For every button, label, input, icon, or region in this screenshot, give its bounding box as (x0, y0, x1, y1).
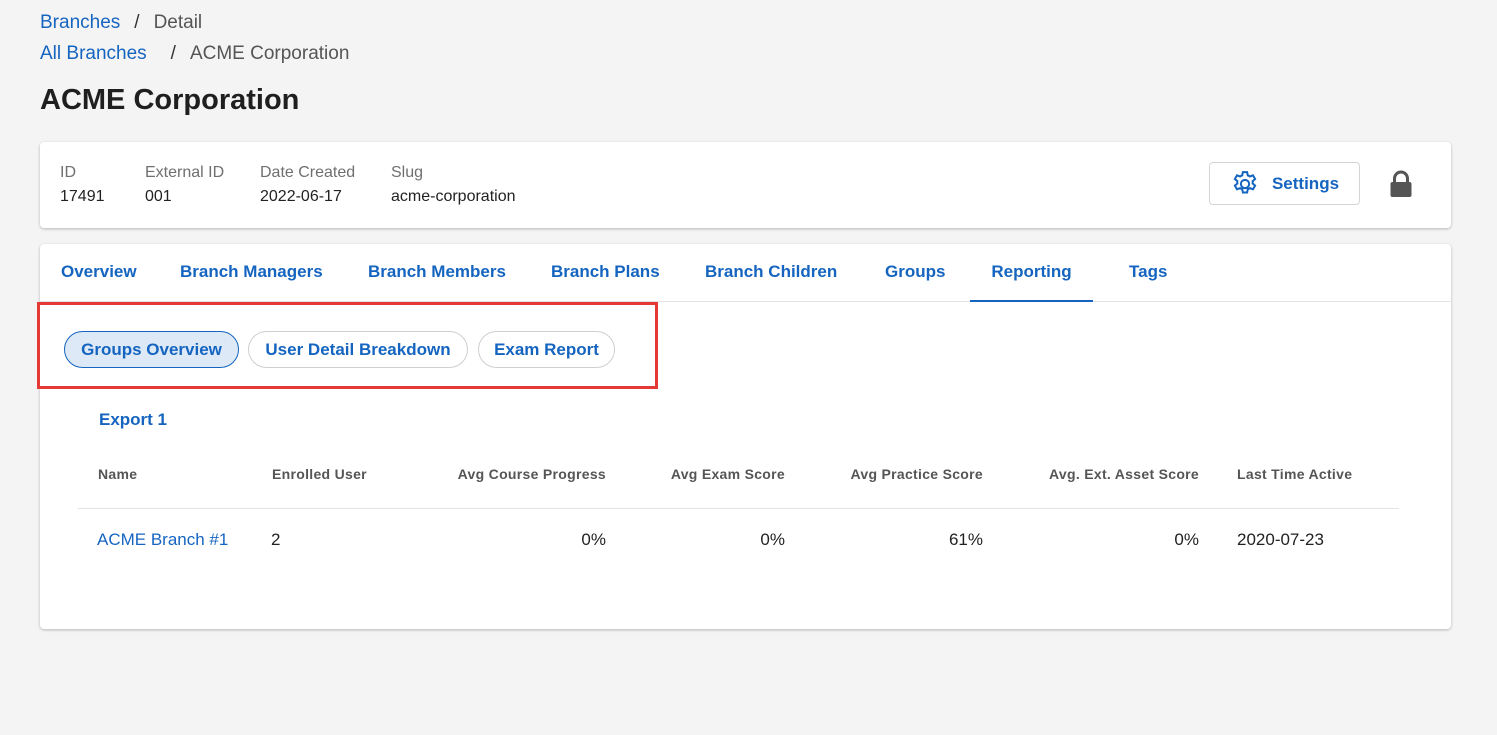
page-title: ACME Corporation (40, 84, 300, 116)
column-header-name[interactable]: Name (98, 466, 137, 482)
table-cell-enrolled-user: 2 (271, 530, 281, 549)
table-cell-last-time-active: 2020-07-23 (1237, 530, 1324, 549)
settings-button[interactable]: Settings (1209, 162, 1360, 205)
table-cell-avg-exam-score: 0% (760, 530, 785, 549)
breadcrumb-link-all-branches[interactable]: All Branches (40, 43, 147, 65)
column-header-last-time-active[interactable]: Last Time Active (1237, 466, 1352, 482)
tab-branch-managers[interactable]: Branch Managers (180, 244, 323, 302)
meta-external-id: External ID 001 (145, 164, 224, 206)
branch-detail-panel: Overview Branch Managers Branch Members … (37, 244, 1451, 629)
tab-groups[interactable]: Groups (885, 244, 945, 302)
breadcrumb-link-branches[interactable]: Branches (40, 12, 120, 34)
column-header-enrolled-user[interactable]: Enrolled User (272, 466, 367, 482)
breadcrumb-separator: / (170, 43, 176, 64)
meta-value: 001 (145, 188, 172, 205)
tab-bar: Overview Branch Managers Branch Members … (40, 244, 1451, 302)
meta-label: Slug (391, 164, 424, 181)
subtab-groups-overview[interactable]: Groups Overview (64, 331, 239, 368)
tab-reporting[interactable]: Reporting (970, 244, 1093, 302)
breadcrumb-current: ACME Corporation (189, 43, 350, 64)
settings-label: Settings (1271, 173, 1340, 193)
meta-value: acme-corporation (391, 188, 516, 205)
tab-branch-plans[interactable]: Branch Plans (551, 244, 660, 302)
breadcrumb: Branches / Detail (40, 12, 202, 34)
breadcrumb-separator: / (134, 12, 140, 33)
meta-value: 2022-06-17 (260, 188, 342, 205)
meta-value: 17491 (60, 188, 105, 205)
meta-slug: Slug acme-corporation (391, 164, 516, 206)
table-cell-avg-course-progress: 0% (581, 530, 606, 549)
table-divider (78, 508, 1399, 509)
export-link[interactable]: Export 1 (99, 410, 167, 430)
gear-icon (1233, 170, 1257, 193)
meta-label: External ID (145, 164, 225, 181)
table-cell-avg-practice-score: 61% (948, 530, 983, 549)
meta-id: ID 17491 (60, 164, 105, 206)
column-header-avg-practice-score[interactable]: Avg Practice Score (783, 466, 983, 482)
column-header-avg-exam-score[interactable]: Avg Exam Score (585, 466, 785, 482)
breadcrumb: All Branches / ACME Corporation (40, 43, 349, 65)
tab-tags[interactable]: Tags (1129, 244, 1167, 302)
subtab-exam-report[interactable]: Exam Report (478, 331, 615, 368)
column-header-avg-course-progress[interactable]: Avg Course Progress (406, 466, 606, 482)
tab-branch-members[interactable]: Branch Members (368, 244, 506, 302)
lock-icon[interactable] (1388, 170, 1414, 198)
meta-date-created: Date Created 2022-06-17 (260, 164, 355, 206)
branch-info-card: ID 17491 External ID 001 Date Created 20… (40, 142, 1451, 228)
column-header-avg-ext-asset-score[interactable]: Avg. Ext. Asset Score (999, 466, 1199, 482)
meta-label: Date Created (260, 164, 356, 181)
table-cell-avg-ext-asset-score: 0% (1174, 530, 1199, 549)
table-cell-name-link[interactable]: ACME Branch #1 (97, 530, 228, 550)
meta-label: ID (60, 164, 76, 181)
breadcrumb-current: Detail (153, 12, 203, 33)
subtab-user-detail-breakdown[interactable]: User Detail Breakdown (248, 331, 468, 368)
tab-overview[interactable]: Overview (61, 244, 137, 302)
tab-branch-children[interactable]: Branch Children (705, 244, 837, 302)
